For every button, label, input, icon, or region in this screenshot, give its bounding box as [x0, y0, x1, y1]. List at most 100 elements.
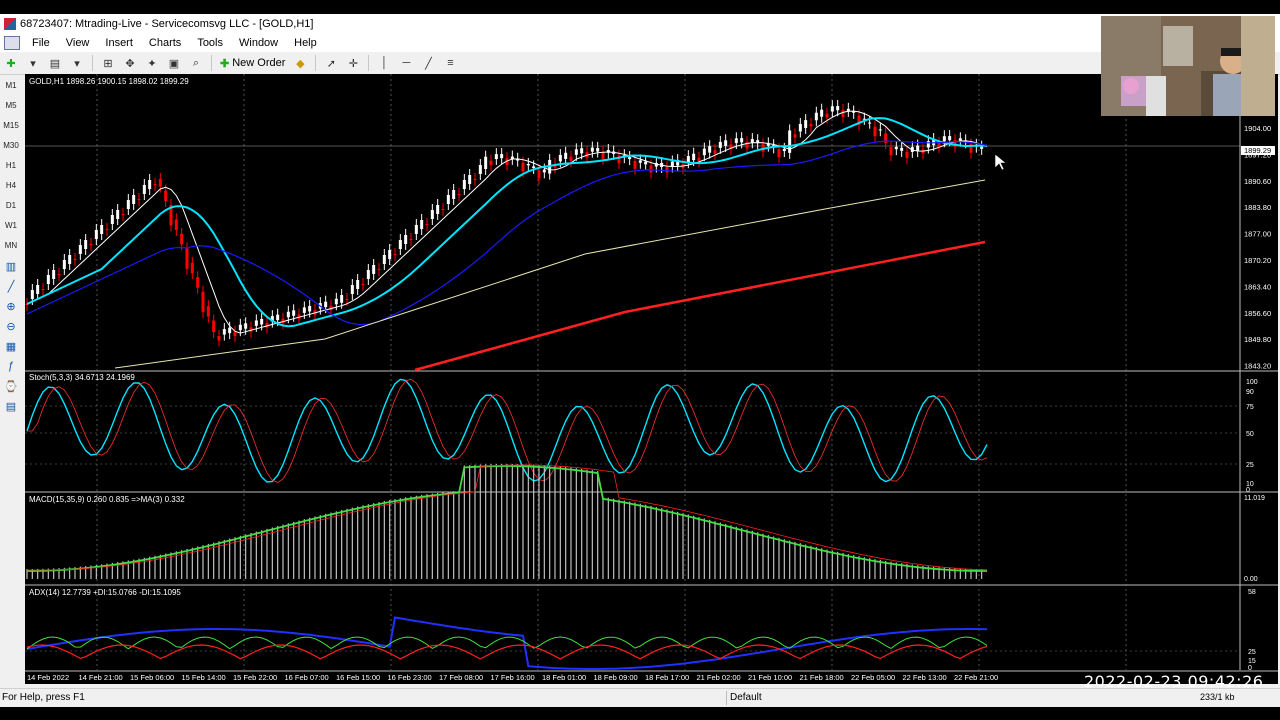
- candle-body: [436, 205, 440, 214]
- time-tick: 17 Feb 16:00: [491, 673, 535, 682]
- timeframe-m5[interactable]: M5: [0, 96, 22, 116]
- candle-body: [340, 295, 344, 303]
- adx-tick: 15: [1248, 658, 1256, 665]
- timeframe-w1[interactable]: W1: [0, 216, 22, 236]
- candle-body: [670, 161, 674, 167]
- candle-body: [446, 195, 450, 204]
- candle-body: [153, 184, 157, 185]
- periods-icon[interactable]: ⌚: [0, 376, 22, 396]
- time-tick: 16 Feb 07:00: [285, 673, 329, 682]
- timeframe-m1[interactable]: M1: [0, 76, 22, 96]
- candle-body: [628, 156, 632, 160]
- indicators-icon[interactable]: ƒ: [0, 356, 22, 376]
- market-watch-icon[interactable]: ⊞: [99, 55, 117, 71]
- candle-body: [334, 298, 338, 305]
- terminal-icon[interactable]: ▣: [165, 55, 183, 71]
- symbol-info: GOLD,H1 1898.26 1900.15 1898.02 1899.29: [29, 77, 189, 86]
- horizontal-line-icon[interactable]: ─: [397, 55, 415, 71]
- candle-body: [174, 219, 178, 230]
- crosshair-icon[interactable]: ✛: [344, 55, 362, 71]
- stoch-tick: 0: [1246, 487, 1250, 494]
- chart-svg[interactable]: 1904.001897.201890.601883.801877.001870.…: [25, 74, 1278, 684]
- cursor-icon[interactable]: ➚: [322, 55, 340, 71]
- candle-body: [238, 324, 242, 331]
- new-order-label: New Order: [232, 57, 286, 69]
- candle-body: [89, 244, 93, 245]
- candle-body: [356, 280, 360, 289]
- time-tick: 22 Feb 21:00: [954, 673, 998, 682]
- timeframe-mn[interactable]: MN: [0, 236, 22, 256]
- tile-windows-icon[interactable]: ▦: [0, 336, 22, 356]
- data-window-icon[interactable]: ✦: [143, 55, 161, 71]
- candle-body: [713, 150, 717, 154]
- toolbar-separator: [368, 55, 370, 71]
- zoom-in-icon[interactable]: ⊕: [0, 296, 22, 316]
- price-tick: 1849.80: [1244, 335, 1271, 344]
- vertical-line-icon[interactable]: │: [375, 55, 393, 71]
- candle-body: [697, 157, 701, 162]
- new-chart-icon[interactable]: ✚: [2, 55, 20, 71]
- candle-body: [500, 154, 504, 159]
- candle-body: [878, 129, 882, 131]
- adx-tick: 58: [1248, 589, 1256, 596]
- stoch-tick: 100: [1246, 379, 1258, 386]
- terminal-window: 68723407: Mtrading-Live - Servicecomsvg …: [0, 14, 1280, 707]
- price-tick: 1843.20: [1244, 362, 1271, 371]
- time-tick: 17 Feb 08:00: [439, 673, 483, 682]
- candle-body: [484, 156, 488, 169]
- candle-body: [180, 233, 184, 245]
- dropdown-arrow-icon[interactable]: ▾: [24, 55, 42, 71]
- price-tick: 1883.80: [1244, 203, 1271, 212]
- candle-body: [702, 148, 706, 156]
- timeframe-d1[interactable]: D1: [0, 196, 22, 216]
- price-tick: 1856.60: [1244, 309, 1271, 318]
- time-tick: 21 Feb 10:00: [748, 673, 792, 682]
- chart-window-icon[interactable]: [4, 36, 20, 50]
- timeframe-m15[interactable]: M15: [0, 116, 22, 136]
- timeframe-m30[interactable]: M30: [0, 136, 22, 156]
- menu-help[interactable]: Help: [286, 37, 325, 49]
- timeframe-h4[interactable]: H4: [0, 176, 22, 196]
- navigator-icon[interactable]: ✥: [121, 55, 139, 71]
- menu-charts[interactable]: Charts: [141, 37, 189, 49]
- candle-body: [185, 248, 189, 269]
- candle-body: [254, 320, 258, 326]
- profiles-icon[interactable]: ▤: [46, 55, 64, 71]
- line-chart-icon[interactable]: ╱: [0, 276, 22, 296]
- time-tick: 16 Feb 23:00: [388, 673, 432, 682]
- status-profile[interactable]: Default: [730, 692, 762, 703]
- templates-icon[interactable]: ▤: [0, 396, 22, 416]
- candle-body: [41, 289, 45, 290]
- app-logo-icon: [4, 18, 16, 30]
- chart-area[interactable]: 1904.001897.201890.601883.801877.001870.…: [25, 74, 1278, 684]
- candle-body: [302, 307, 306, 313]
- candle-body: [345, 299, 349, 300]
- menu-view[interactable]: View: [58, 37, 98, 49]
- new-order-button[interactable]: ✚ New Order: [216, 54, 289, 72]
- candle-body: [633, 160, 637, 169]
- dropdown-arrow-icon[interactable]: ▾: [68, 55, 86, 71]
- menu-file[interactable]: File: [24, 37, 58, 49]
- candle-body: [868, 122, 872, 124]
- candle-body: [718, 141, 722, 148]
- zoom-out-icon[interactable]: ⊖: [0, 316, 22, 336]
- menu-insert[interactable]: Insert: [97, 37, 141, 49]
- candle-body: [916, 145, 920, 152]
- macd-label: MACD(15,35,9) 0.260 0.835 =>MA(3) 0.332: [29, 495, 185, 504]
- candle-body: [777, 149, 781, 158]
- trendline-icon[interactable]: ╱: [419, 55, 437, 71]
- candle-body: [105, 229, 109, 230]
- candle-body: [814, 112, 818, 121]
- autotrading-icon[interactable]: ◆: [291, 55, 309, 71]
- equidistant-channel-icon[interactable]: ≡: [441, 55, 459, 71]
- menu-tools[interactable]: Tools: [189, 37, 231, 49]
- menu-window[interactable]: Window: [231, 37, 286, 49]
- adx-tick: 25: [1248, 649, 1256, 656]
- time-tick: 16 Feb 15:00: [336, 673, 380, 682]
- candle-body: [644, 161, 648, 165]
- candle-body: [601, 151, 605, 159]
- bar-chart-icon[interactable]: ▥: [0, 256, 22, 276]
- candle-body: [638, 160, 642, 163]
- strategy-tester-icon[interactable]: ⌕: [187, 55, 205, 71]
- timeframe-h1[interactable]: H1: [0, 156, 22, 176]
